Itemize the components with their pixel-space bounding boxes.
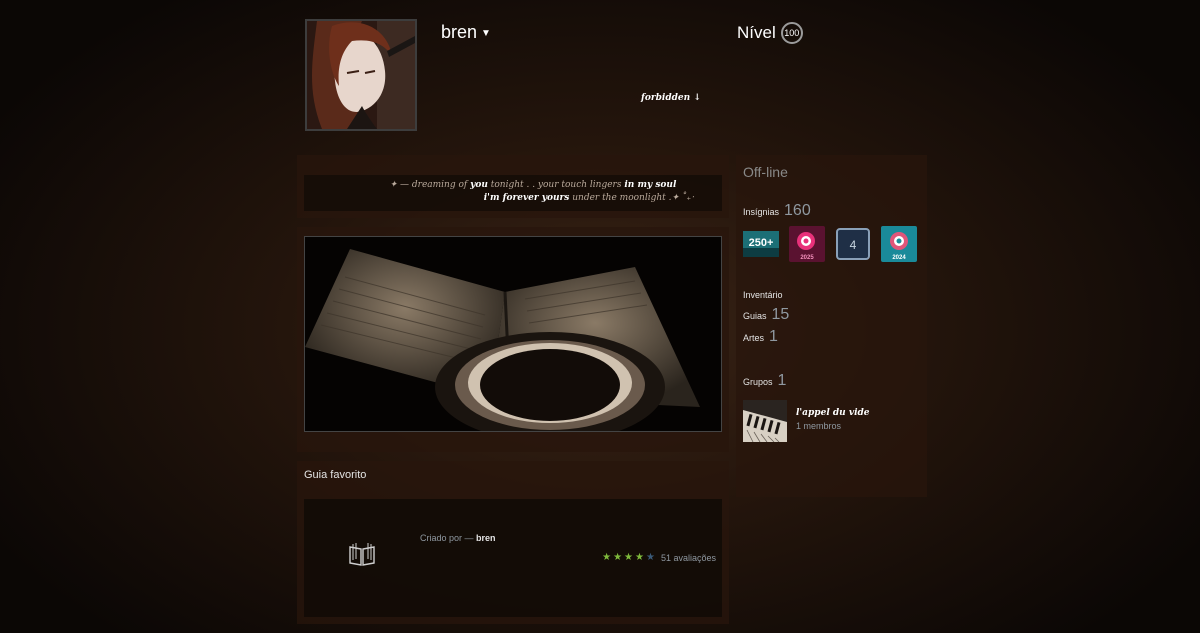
art-count: 1 bbox=[769, 328, 778, 345]
star-icon: ★ bbox=[635, 552, 644, 563]
badge-2025[interactable]: 2025 bbox=[789, 226, 825, 262]
badge-text: 2024 bbox=[892, 255, 906, 261]
avatar[interactable] bbox=[305, 19, 417, 131]
guide-rating: ★ ★ ★ ★ ★ 51 avaliações bbox=[602, 552, 716, 563]
groups-label: Grupos bbox=[743, 377, 773, 387]
artwork-image[interactable] bbox=[304, 236, 722, 432]
ratings-count: 51 avaliações bbox=[660, 552, 716, 563]
star-icon: ★ bbox=[602, 552, 612, 563]
artwork-showcase bbox=[297, 227, 729, 452]
summary-bold-text: i'm forever yours bbox=[483, 193, 570, 203]
badges-label: Insígnias bbox=[743, 207, 780, 217]
summary-line-1: ✦ — dreaming of you tonight . . your tou… bbox=[352, 180, 714, 190]
profile-main-column: ✦ — dreaming of you tonight . . your tou… bbox=[297, 155, 729, 624]
inventory-link[interactable]: Inventário bbox=[743, 290, 920, 300]
art-label: Artes bbox=[743, 333, 765, 343]
guides-label: Guias bbox=[743, 311, 767, 321]
badge-text: 2025 bbox=[800, 255, 814, 261]
favorite-guide-item[interactable]: Criado por — bren ★ ★ ★ ★ ★ 51 avaliaçõe… bbox=[304, 499, 722, 617]
summary-line-2: i'm forever yours under the moonlight .✦… bbox=[312, 193, 714, 203]
online-status: Off-line bbox=[743, 164, 788, 180]
badges-stat[interactable]: Insígnias 160 bbox=[743, 202, 920, 220]
profile-level: Nível 100 bbox=[737, 22, 803, 44]
persona-name[interactable]: bren ▼ bbox=[441, 22, 491, 43]
profile-summary-panel: ✦ — dreaming of you tonight . . your tou… bbox=[297, 155, 729, 218]
badges-count: 160 bbox=[784, 202, 811, 219]
guide-author-prefix: Criado por — bbox=[420, 533, 477, 543]
groups-count: 1 bbox=[777, 372, 787, 389]
showcase-title: Guia favorito bbox=[304, 469, 367, 481]
favorite-guide-showcase: Guia favorito Criado por — bren ★ ★ ★ ★ … bbox=[297, 461, 729, 624]
book-icon bbox=[348, 541, 376, 572]
art-stat[interactable]: Artes 1 bbox=[743, 328, 920, 346]
badge-list: 250+ 2025 4 2024 bbox=[743, 226, 920, 262]
persona-name-text: bren bbox=[441, 22, 478, 42]
inventory-label: Inventário bbox=[743, 290, 783, 300]
guide-author-name[interactable]: bren bbox=[476, 533, 496, 543]
group-info: l'appel du vide 1 membros bbox=[796, 400, 870, 442]
badge-text: 250+ bbox=[749, 237, 774, 249]
star-icon: ★ bbox=[613, 552, 623, 563]
guides-count: 15 bbox=[771, 306, 790, 323]
group-avatar[interactable] bbox=[743, 400, 787, 442]
summary-bold-text: in my soul bbox=[624, 180, 677, 190]
badge-2024[interactable]: 2024 bbox=[881, 226, 917, 262]
summary-text: under the moonlight .✦ ˚₊‧ bbox=[569, 193, 694, 203]
badge-text: 4 bbox=[850, 238, 857, 252]
level-label: Nível bbox=[737, 23, 776, 42]
badge-250-plus[interactable]: 250+ bbox=[743, 226, 779, 262]
groups-stat[interactable]: Grupos 1 bbox=[743, 372, 920, 390]
chevron-down-icon: ▼ bbox=[481, 27, 491, 39]
profile-header: bren ▼ Nível 100 forbidden ↓ bbox=[300, 0, 930, 150]
level-badge: 100 bbox=[780, 22, 803, 44]
group-item[interactable]: l'appel du vide 1 membros bbox=[743, 400, 920, 442]
star-icon: ★ bbox=[645, 552, 655, 563]
profile-summary: ✦ — dreaming of you tonight . . your tou… bbox=[304, 175, 722, 211]
group-members: 1 membros bbox=[796, 421, 842, 431]
badge-4[interactable]: 4 bbox=[835, 226, 871, 262]
book-coffee-image bbox=[305, 237, 721, 431]
summary-text: ✦ — dreaming of bbox=[389, 180, 471, 190]
summary-bold-text: you bbox=[470, 180, 488, 190]
summary-text: tonight . . your touch lingers bbox=[487, 180, 625, 190]
guides-stat[interactable]: Guias 15 bbox=[743, 306, 920, 324]
profile-sidebar: Off-line Insígnias 160 250+ 2025 4 2024 … bbox=[736, 155, 927, 497]
profile-tagline: forbidden ↓ bbox=[641, 93, 701, 103]
group-name[interactable]: l'appel du vide bbox=[796, 408, 870, 418]
guide-author: Criado por — bren bbox=[420, 533, 496, 543]
star-icon: ★ bbox=[624, 552, 634, 563]
avatar-image bbox=[307, 21, 415, 129]
